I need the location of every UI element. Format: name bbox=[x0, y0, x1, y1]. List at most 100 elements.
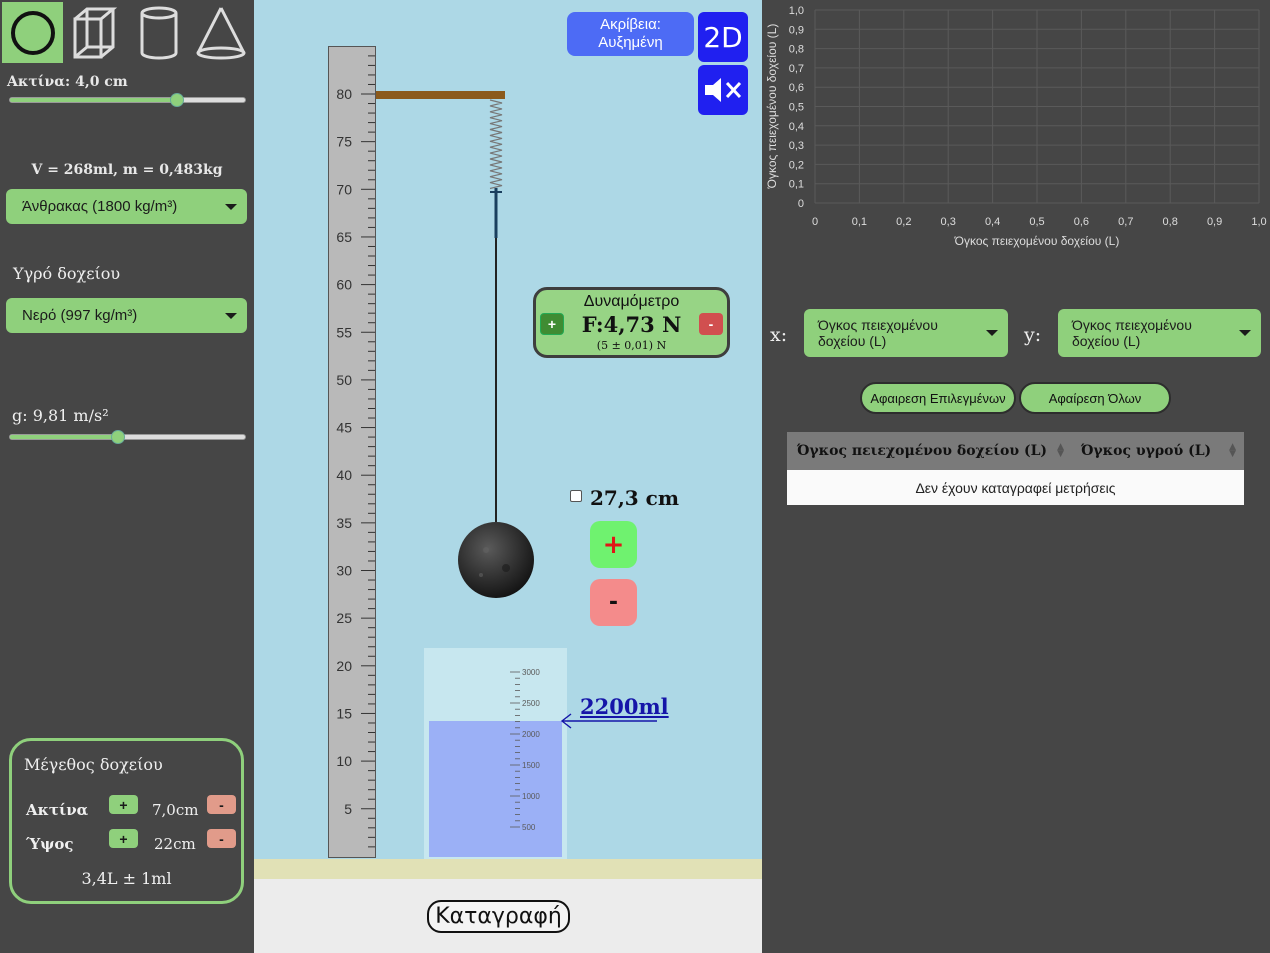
gravity-slider[interactable] bbox=[9, 430, 246, 444]
container-capacity: 3,4L ± 1ml bbox=[81, 869, 172, 888]
liquid-level-label: 2200ml bbox=[580, 694, 669, 719]
measurements-table: Όγκος πειεχομένου δοχείου (L) ▲ ▼ Όγκος υ… bbox=[787, 432, 1244, 505]
radius-slider[interactable] bbox=[9, 93, 246, 107]
table-header-cell[interactable]: Όγκος πειεχομένου δοχείου (L) ▲ ▼ bbox=[787, 432, 1072, 470]
beaker-tick-label: 2000 bbox=[522, 730, 540, 739]
container-radius-label: Ακτίνα bbox=[26, 801, 89, 819]
x-tick-label: 0,3 bbox=[941, 216, 956, 228]
ruler-tick-label: 75 bbox=[336, 134, 352, 150]
mute-button[interactable] bbox=[698, 65, 748, 115]
beaker-tick-label: 2500 bbox=[522, 699, 540, 708]
x-tick-label: 0,9 bbox=[1207, 216, 1222, 228]
radius-label: Ακτίνα: 4,0 cm bbox=[7, 74, 128, 90]
beaker-tick-label: 1000 bbox=[522, 792, 540, 801]
y-tick-label: 0,4 bbox=[789, 121, 804, 133]
x-axis-select-value: Όγκος πειεχομένου δοχείου (L) bbox=[818, 317, 938, 349]
sphere-icon bbox=[10, 10, 55, 55]
ruler-tick-label: 70 bbox=[336, 181, 352, 197]
dynamometer-decrease-button[interactable]: - bbox=[699, 313, 723, 335]
liquid-title: Υγρό δοχείου bbox=[13, 264, 121, 283]
ruler-tick-label: 60 bbox=[336, 277, 352, 293]
x-axis-label: x: bbox=[770, 324, 788, 346]
sort-icon: ▲ ▼ bbox=[1229, 442, 1236, 459]
x-tick-label: 0,8 bbox=[1163, 216, 1178, 228]
accuracy-line1: Ακρίβεια: bbox=[600, 16, 661, 33]
sphere-shape-button[interactable] bbox=[2, 2, 63, 63]
ruler-tick-label: 80 bbox=[336, 86, 352, 102]
height-checkbox[interactable] bbox=[570, 490, 582, 502]
container-size-panel: Μέγεθος δοχείου Ακτίνα + 7,0cm - Ύψος + … bbox=[9, 738, 244, 904]
floor bbox=[254, 859, 762, 879]
move-down-button[interactable]: - bbox=[590, 579, 637, 626]
dynamometer-range: (5 ± 0,01) N bbox=[596, 339, 667, 352]
move-up-button[interactable]: + bbox=[590, 521, 637, 568]
x-tick-label: 1,0 bbox=[1251, 216, 1266, 228]
container-height-value: 22cm bbox=[154, 835, 196, 853]
y-tick-label: 1,0 bbox=[789, 5, 804, 17]
y-axis-select-value: Όγκος πειεχομένου δοχείου (L) bbox=[1072, 317, 1192, 349]
string bbox=[495, 238, 497, 522]
sound-muted-icon bbox=[705, 78, 742, 102]
ruler-tick-label: 10 bbox=[336, 753, 352, 769]
x-tick-label: 0,6 bbox=[1074, 216, 1089, 228]
toggle-2d-button[interactable]: 2D bbox=[698, 12, 748, 62]
ruler-tick-label: 5 bbox=[344, 801, 352, 817]
x-tick-label: 0,5 bbox=[1029, 216, 1044, 228]
y-tick-label: 0,7 bbox=[789, 63, 804, 75]
ruler-tick-label: 50 bbox=[336, 372, 352, 388]
chevron-down-icon bbox=[1239, 330, 1251, 336]
container-radius-increase-button[interactable]: + bbox=[109, 795, 138, 814]
liquid-select-value: Νερό (997 kg/m³) bbox=[22, 307, 138, 324]
y-tick-label: 0,5 bbox=[789, 102, 804, 114]
ruler-tick-label: 25 bbox=[336, 610, 352, 626]
ruler-tick-label: 65 bbox=[336, 229, 352, 245]
remove-all-button[interactable]: Αφαίρεση Όλων bbox=[1019, 382, 1171, 414]
spring bbox=[489, 99, 503, 238]
material-select[interactable]: Άνθρακας (1800 kg/m³) bbox=[6, 189, 247, 224]
ruler: 80 75 70 65 60 55 50 45 40 35 30 25 20 15 10 5 bbox=[328, 46, 376, 858]
accuracy-line2: Αυξημένη bbox=[598, 34, 663, 51]
dynamometer-title: Δυναμόμετρο bbox=[583, 293, 680, 310]
y-tick-label: 0,6 bbox=[789, 82, 804, 94]
x-tick-label: 0,7 bbox=[1118, 216, 1133, 228]
ruler-tick-label: 35 bbox=[336, 515, 352, 531]
y-axis-select[interactable]: Όγκος πειεχομένου δοχείου (L) bbox=[1058, 309, 1261, 357]
container-height-label: Ύψος bbox=[26, 835, 74, 853]
cuboid-shape-button[interactable] bbox=[64, 2, 125, 63]
dynamometer-panel: Δυναμόμετρο + F:4,73 N - (5 ± 0,01) N bbox=[533, 287, 730, 358]
liquid-select[interactable]: Νερό (997 kg/m³) bbox=[6, 298, 247, 333]
coal-sphere[interactable] bbox=[456, 520, 536, 600]
ruler-tick-label: 45 bbox=[336, 420, 352, 436]
x-axis-select[interactable]: Όγκος πειεχομένου δοχείου (L) bbox=[804, 309, 1008, 357]
table-header: Όγκος πειεχομένου δοχείου (L) ▲ ▼ Όγκος υ… bbox=[787, 432, 1244, 470]
accuracy-button[interactable]: Ακρίβεια: Αυξημένη bbox=[567, 12, 694, 56]
y-axis-label: y: bbox=[1024, 324, 1042, 346]
remove-selected-button[interactable]: Αφαιρεση Επιλεγμένων bbox=[860, 382, 1016, 414]
container-radius-decrease-button[interactable]: - bbox=[207, 795, 236, 814]
ruler-tick-label: 15 bbox=[336, 705, 352, 721]
cone-shape-button[interactable] bbox=[190, 2, 251, 63]
cylinder-shape-button[interactable] bbox=[128, 2, 189, 63]
x-tick-label: 0,4 bbox=[985, 216, 1000, 228]
container-height-increase-button[interactable]: + bbox=[109, 829, 138, 848]
container-radius-value: 7,0cm bbox=[152, 801, 199, 819]
x-tick-label: 0,1 bbox=[852, 216, 867, 228]
container-height-decrease-button[interactable]: - bbox=[207, 829, 236, 848]
table-header-cell[interactable]: Όγκος υγρού (L) ▲ ▼ bbox=[1072, 432, 1244, 470]
column-header-container-volume: Όγκος πειεχομένου δοχείου (L) bbox=[797, 443, 1048, 459]
beaker-tick-label: 3000 bbox=[522, 668, 540, 677]
y-tick-label: 0,8 bbox=[789, 44, 804, 56]
column-header-liquid-volume: Όγκος υγρού (L) bbox=[1081, 443, 1212, 459]
cuboid-icon bbox=[73, 7, 117, 58]
y-tick-label: 0,9 bbox=[789, 24, 804, 36]
record-button[interactable]: Καταγραφή bbox=[427, 900, 570, 933]
cone-icon bbox=[196, 6, 245, 59]
ruler-tick-label: 30 bbox=[336, 563, 352, 579]
chart: 0 0,1 0,2 0,3 0,4 0,5 0,6 0,7 0,8 0,9 1,0 0 0,1 0,2 0… bbox=[765, 5, 1267, 248]
beaker: 3000 2500 2000 1500 1000 500 bbox=[424, 648, 567, 859]
volume-mass-readout: V = 268ml, m = 0,483kg bbox=[31, 162, 223, 178]
ruler-tick-label: 20 bbox=[336, 658, 352, 674]
chevron-down-icon bbox=[986, 330, 998, 336]
material-select-value: Άνθρακας (1800 kg/m³) bbox=[22, 198, 178, 215]
sort-icon: ▲ ▼ bbox=[1057, 442, 1064, 459]
